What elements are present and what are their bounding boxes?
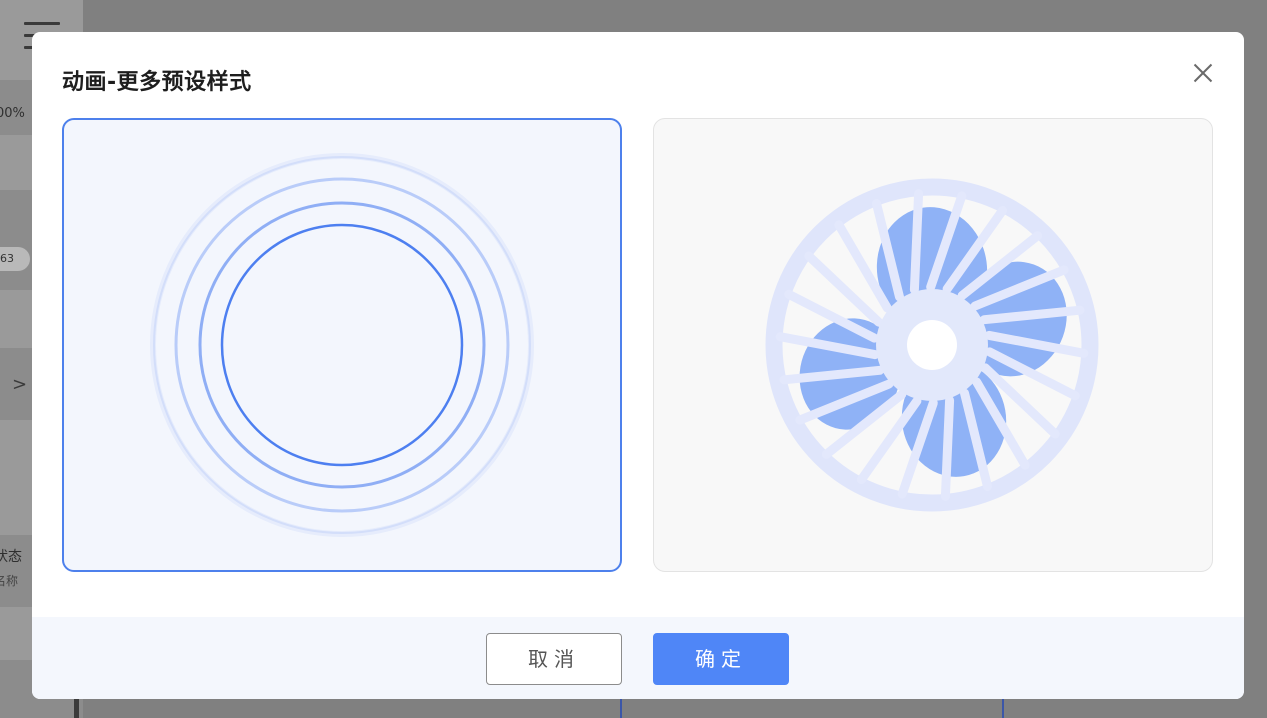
fan-animation-icon: [765, 178, 1099, 512]
preset-option-ripple[interactable]: [62, 118, 622, 572]
close-icon[interactable]: [1190, 60, 1216, 86]
ripple-animation-icon: [150, 153, 534, 537]
dialog-title: 动画-更多预设样式: [62, 70, 252, 95]
cancel-button[interactable]: 取消: [486, 633, 622, 685]
bg-preview-box: [620, 698, 1004, 718]
bg-divider: [74, 698, 79, 718]
preset-option-fan[interactable]: [653, 118, 1213, 572]
bg-name-label: 名称: [0, 574, 19, 588]
chevron-right-icon: >: [12, 374, 28, 395]
fan-spoke: [909, 189, 924, 295]
fan-spoke: [940, 395, 955, 501]
preset-style-dialog: 动画-更多预设样式 取消 确定: [32, 32, 1244, 699]
dialog-footer: 取消 确定: [32, 617, 1244, 699]
bg-percent-text: 00%: [0, 106, 25, 121]
confirm-button[interactable]: 确定: [653, 633, 789, 685]
bg-badge: 63: [0, 247, 30, 271]
bg-state-label: 状态: [0, 549, 22, 565]
